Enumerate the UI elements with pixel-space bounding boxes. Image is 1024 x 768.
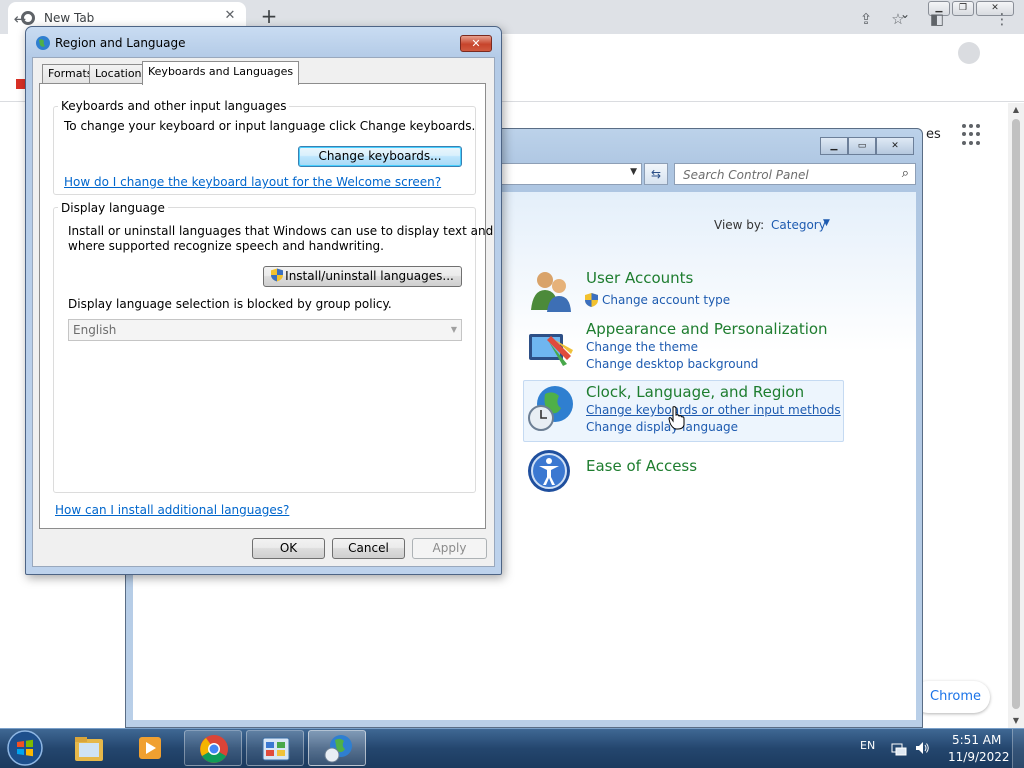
select-chevron-icon: ▼ — [450, 325, 457, 334]
category-title-ease-of-access[interactable]: Ease of Access — [586, 457, 697, 475]
dialog-title: Region and Language — [55, 36, 186, 50]
share-icon[interactable]: ⇪ — [856, 9, 876, 29]
display-language-select: English ▼ — [68, 319, 462, 341]
cp-close-button[interactable]: ✕ — [876, 137, 914, 155]
control-panel-window-controls: ▁ ▭ ✕ — [820, 137, 914, 155]
display-language-description-line2: where supported recognize speech and han… — [68, 239, 384, 253]
clock-language-region-icon[interactable] — [527, 384, 575, 432]
hand-cursor-icon — [668, 406, 685, 430]
refresh-icon[interactable]: ⇆ — [644, 163, 668, 185]
apply-button: Apply — [412, 538, 487, 559]
folder-icon — [75, 737, 103, 761]
back-arrow-icon[interactable]: ← — [10, 9, 30, 29]
keyboards-group-label: Keyboards and other input languages — [58, 99, 290, 113]
images-link[interactable]: es — [926, 127, 941, 142]
new-tab-button[interactable]: + — [258, 5, 280, 27]
region-globe-clock-icon — [324, 735, 352, 763]
cp-maximize-button[interactable]: ▭ — [848, 137, 876, 155]
input-language-indicator[interactable]: EN — [860, 739, 875, 752]
bookmark-star-icon[interactable]: ☆ — [888, 9, 908, 29]
taskbar-media-player[interactable] — [122, 730, 180, 766]
side-panel-icon[interactable]: ◧ — [927, 9, 947, 29]
tab-keyboards-and-languages[interactable]: Keyboards and Languages — [142, 61, 300, 85]
install-uninstall-languages-label: Install/uninstall languages... — [285, 269, 454, 283]
search-icon[interactable]: ⌕ — [902, 166, 909, 181]
taskbar-control-panel[interactable] — [246, 730, 304, 766]
taskbar-region-language[interactable] — [308, 730, 366, 766]
display-language-value: English — [73, 323, 117, 337]
show-desktop-button[interactable] — [1012, 729, 1024, 768]
tab-location[interactable]: Location — [89, 64, 148, 84]
install-uninstall-languages-button[interactable]: Install/uninstall languages... — [263, 266, 462, 287]
start-button-icon[interactable] — [5, 729, 45, 767]
address-bar[interactable]: ▼ — [500, 163, 642, 185]
customize-chrome-button[interactable]: Chrome — [912, 681, 990, 713]
clock-date[interactable]: 11/9/2022 — [948, 750, 1010, 764]
address-dropdown-icon[interactable]: ▼ — [630, 167, 637, 177]
change-keyboards-button[interactable]: Change keyboards... — [298, 146, 462, 167]
keyboards-description: To change your keyboard or input languag… — [64, 119, 476, 133]
view-by-dropdown[interactable]: Category — [771, 218, 826, 232]
ok-button[interactable]: OK — [252, 538, 325, 559]
network-icon[interactable] — [891, 740, 907, 756]
cp-minimize-button[interactable]: ▁ — [820, 137, 848, 155]
link-change-theme[interactable]: Change the theme — [586, 340, 698, 354]
chrome-icon — [200, 735, 228, 763]
link-change-keyboards[interactable]: Change keyboards or other input methods — [586, 403, 841, 417]
scroll-down-arrow-icon[interactable]: ▼ — [1008, 714, 1024, 728]
browser-tab-title: New Tab — [44, 11, 95, 25]
taskbar-explorer[interactable] — [60, 730, 118, 766]
clock-time[interactable]: 5:51 AM — [952, 733, 1001, 747]
kebab-menu-icon[interactable]: ⋮ — [992, 9, 1012, 29]
link-change-account-type[interactable]: Change account type — [602, 293, 730, 307]
google-apps-icon[interactable] — [962, 124, 984, 146]
uac-shield-icon — [271, 268, 284, 282]
globe-icon — [36, 36, 50, 50]
tab-close-icon[interactable]: ✕ — [222, 8, 238, 24]
link-change-display-language[interactable]: Change display language — [586, 420, 738, 434]
view-by-chevron-icon[interactable]: ▼ — [823, 218, 830, 228]
media-player-icon — [139, 737, 161, 759]
search-control-panel-input[interactable]: Search Control Panel ⌕ — [674, 163, 916, 185]
display-language-group-label: Display language — [58, 201, 168, 215]
category-title-appearance[interactable]: Appearance and Personalization — [586, 320, 828, 338]
install-additional-languages-link[interactable]: How can I install additional languages? — [55, 503, 289, 517]
welcome-screen-layout-help-link[interactable]: How do I change the keyboard layout for … — [64, 175, 441, 189]
taskbar-chrome[interactable] — [184, 730, 242, 766]
uac-shield-icon — [585, 293, 598, 307]
restore-button[interactable]: ❐ — [952, 1, 974, 16]
profile-avatar-icon[interactable] — [958, 42, 980, 64]
group-policy-blocked-text: Display language selection is blocked by… — [68, 297, 392, 311]
scroll-up-arrow-icon[interactable]: ▲ — [1008, 103, 1024, 117]
scrollbar-thumb[interactable] — [1012, 119, 1020, 709]
view-by-label: View by: — [714, 218, 765, 232]
control-panel-icon — [262, 737, 290, 761]
ease-of-access-icon[interactable] — [527, 447, 575, 495]
cancel-button[interactable]: Cancel — [332, 538, 405, 559]
appearance-personalization-icon[interactable] — [527, 326, 575, 374]
display-language-description-line1: Install or uninstall languages that Wind… — [68, 224, 494, 238]
user-accounts-icon[interactable] — [527, 266, 575, 314]
link-change-desktop-background[interactable]: Change desktop background — [586, 357, 758, 371]
search-placeholder: Search Control Panel — [683, 168, 809, 182]
page-scrollbar[interactable]: ▲ ▼ — [1008, 103, 1024, 728]
volume-icon[interactable] — [914, 740, 930, 756]
dialog-close-button[interactable]: ✕ — [460, 35, 492, 52]
category-title-user-accounts[interactable]: User Accounts — [586, 269, 693, 287]
category-title-clock-language-region[interactable]: Clock, Language, and Region — [586, 383, 804, 401]
